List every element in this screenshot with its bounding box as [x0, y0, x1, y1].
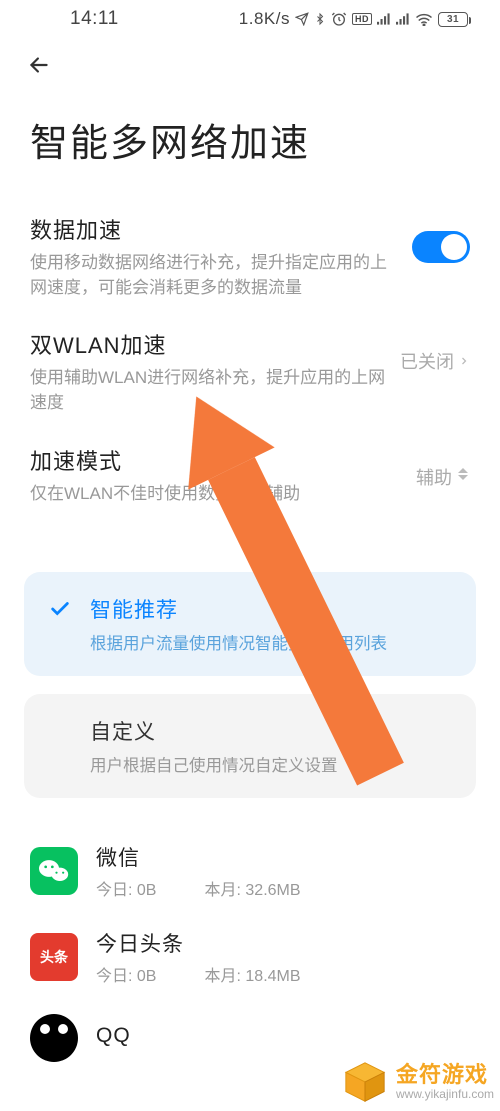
send-icon	[295, 12, 309, 26]
wechat-icon	[30, 847, 78, 895]
card-title: 自定义	[90, 716, 454, 746]
card-title: 智能推荐	[90, 594, 454, 624]
hd-icon: HD	[352, 13, 372, 25]
card-desc: 根据用户流量使用情况智能推荐应用列表	[90, 630, 454, 654]
app-name: 微信	[96, 842, 470, 872]
toutiao-icon: 头条	[30, 933, 78, 981]
card-custom[interactable]: 自定义 用户根据自己使用情况自定义设置	[24, 694, 476, 798]
battery-icon: 31	[438, 12, 468, 27]
setting-desc: 使用移动数据网络进行补充，提升指定应用的上网速度，可能会消耗更多的数据流量	[30, 251, 400, 300]
setting-value-wrap: 已关闭	[400, 348, 470, 374]
status-time: 14:11	[70, 8, 119, 30]
qq-icon	[30, 1014, 78, 1062]
app-month: 本月: 18.4MB	[204, 962, 300, 986]
updown-icon	[456, 468, 470, 486]
bluetooth-icon	[314, 11, 326, 27]
setting-title: 加速模式	[30, 444, 404, 476]
setting-value: 已关闭	[400, 348, 454, 374]
setting-desc: 仅在WLAN不佳时使用数据流量辅助	[30, 482, 404, 507]
check-icon	[46, 594, 74, 620]
card-smart-recommend[interactable]: 智能推荐 根据用户流量使用情况智能推荐应用列表	[24, 572, 476, 676]
mode-cards: 智能推荐 根据用户流量使用情况智能推荐应用列表 自定义 用户根据自己使用情况自定…	[0, 534, 500, 798]
toggle-data-accel[interactable]	[412, 231, 470, 263]
app-name: 今日头条	[96, 928, 470, 958]
setting-data-accel[interactable]: 数据加速 使用移动数据网络进行补充，提升指定应用的上网速度，可能会消耗更多的数据…	[0, 213, 500, 328]
setting-accel-mode[interactable]: 加速模式 仅在WLAN不佳时使用数据流量辅助 辅助	[0, 444, 500, 535]
chevron-right-icon	[458, 355, 470, 367]
app-name: QQ	[96, 1024, 470, 1048]
signal-2-icon	[396, 13, 410, 25]
app-row-qq[interactable]: QQ	[30, 1000, 470, 1076]
setting-desc: 使用辅助WLAN进行网络补充，提升应用的上网速度	[30, 366, 388, 415]
setting-title: 双WLAN加速	[30, 328, 388, 360]
app-list: 微信 今日: 0B 本月: 32.6MB 头条 今日头条 今日: 0B 本月: …	[0, 798, 500, 1076]
app-row-toutiao[interactable]: 头条 今日头条 今日: 0B 本月: 18.4MB	[30, 914, 470, 1000]
setting-value-wrap: 辅助	[416, 464, 470, 490]
app-today: 今日: 0B	[96, 876, 156, 900]
app-month: 本月: 32.6MB	[204, 876, 300, 900]
alarm-icon	[331, 11, 347, 27]
watermark-url: www.yikajinfu.com	[396, 1088, 494, 1101]
app-today: 今日: 0B	[96, 962, 156, 986]
status-net-speed: 1.8K/s	[239, 9, 290, 29]
app-row-wechat[interactable]: 微信 今日: 0B 本月: 32.6MB	[30, 828, 470, 914]
status-right: 1.8K/s HD 31	[239, 9, 468, 29]
setting-value: 辅助	[416, 464, 452, 490]
setting-dual-wlan[interactable]: 双WLAN加速 使用辅助WLAN进行网络补充，提升应用的上网速度 已关闭	[0, 328, 500, 443]
setting-title: 数据加速	[30, 213, 400, 245]
settings-list: 数据加速 使用移动数据网络进行补充，提升指定应用的上网速度，可能会消耗更多的数据…	[0, 213, 500, 534]
page-title: 智能多网络加速	[0, 84, 500, 213]
status-bar: 14:11 1.8K/s HD 31	[0, 0, 500, 32]
wifi-icon	[415, 12, 433, 26]
battery-pct: 31	[447, 14, 459, 25]
signal-1-icon	[377, 13, 391, 25]
card-desc: 用户根据自己使用情况自定义设置	[90, 752, 454, 776]
back-button[interactable]	[24, 50, 54, 80]
